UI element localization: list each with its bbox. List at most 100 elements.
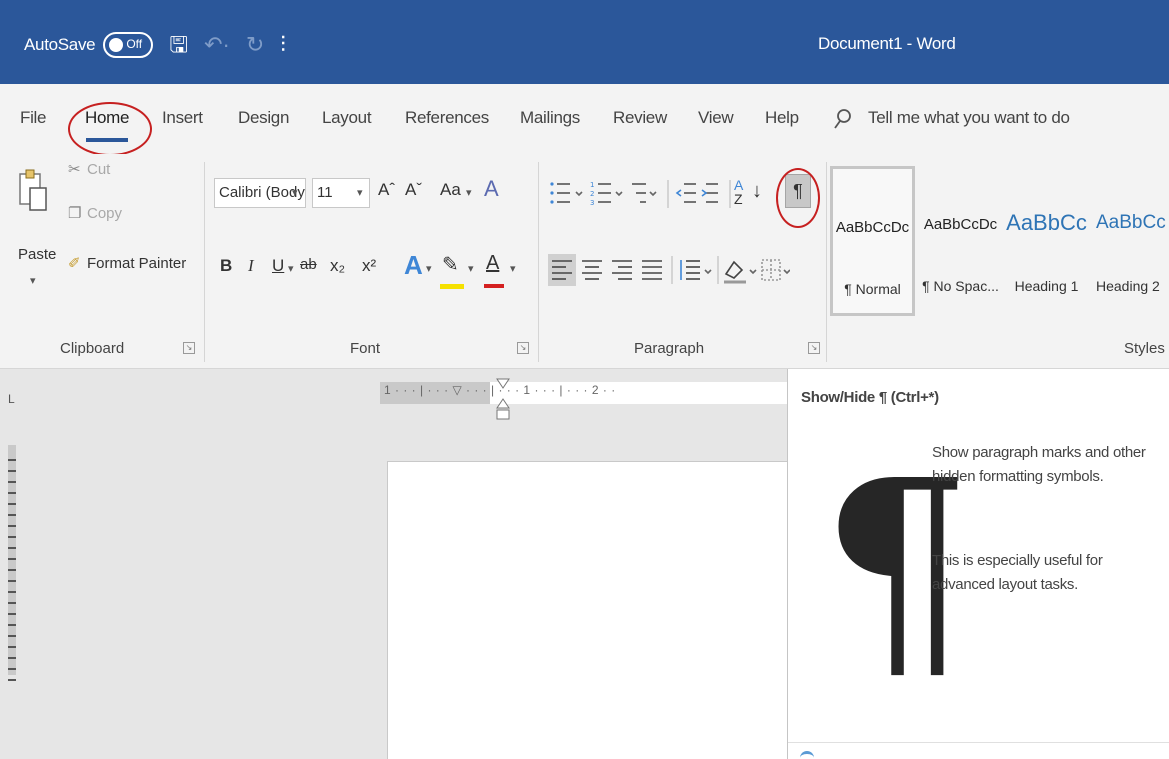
tab-view[interactable]: View (698, 108, 734, 128)
title-bar: AutoSave Off 🖫 ↶· ↻ ⫶ Document1 - Word (0, 0, 1169, 84)
align-center-icon (582, 260, 602, 280)
home-annotation-circle (68, 102, 152, 156)
tab-selector[interactable]: L (8, 392, 15, 406)
font-name-dropdown-icon[interactable]: ▾ (292, 186, 298, 199)
cut-label: Cut (87, 161, 111, 178)
clipboard-launcher-icon[interactable]: ↘ (183, 342, 195, 354)
style-name: Heading 1 (1014, 278, 1079, 294)
tab-help[interactable]: Help (765, 108, 799, 128)
document-title: Document1 - Word (818, 34, 956, 53)
alignment-buttons-row (552, 256, 790, 284)
style-name: Heading 2 (1096, 278, 1160, 294)
font-group-label: Font (350, 340, 381, 357)
paintbrush-icon: ✐ (68, 255, 81, 272)
paste-icon[interactable] (18, 166, 48, 228)
tab-references[interactable]: References (405, 108, 489, 128)
tab-layout[interactable]: Layout (322, 108, 372, 128)
clipboard-group-label: Clipboard (60, 340, 125, 357)
copy-button[interactable]: ❐ Copy (68, 204, 122, 222)
style-heading-1[interactable]: AaBbCc Heading 1 (1004, 166, 1089, 316)
tooltip-footer-divider (788, 742, 1169, 743)
styles-gallery: AaBbCcDc ¶ Normal AaBbCcDc ¶ No Spac... … (830, 166, 1169, 316)
style-sample: AaBbCc (1006, 210, 1087, 235)
paste-options-arrow[interactable]: ▾ (30, 274, 36, 287)
group-divider (204, 162, 205, 362)
grow-font-icon[interactable]: Aˆ (378, 180, 395, 200)
paste-button[interactable]: Paste (18, 246, 56, 263)
style-name: ¶ Normal (844, 281, 901, 297)
style-name: ¶ No Spac... (922, 278, 999, 294)
tell-me-search[interactable]: Tell me what you want to do (868, 108, 1070, 128)
font-color-bar (484, 284, 504, 288)
save-icon[interactable]: 🖫 (169, 32, 188, 58)
font-size-dropdown-icon[interactable]: ▾ (357, 186, 363, 199)
customize-qat-icon[interactable]: ⫶ (280, 32, 286, 58)
help-icon (800, 751, 814, 759)
tab-file[interactable]: File (20, 108, 47, 128)
shrink-font-icon[interactable]: Aˇ (405, 180, 422, 200)
show-hide-tooltip: Show/Hide ¶ (Ctrl+*) ¶ Show paragraph ma… (787, 369, 1169, 759)
sort-arrow-icon: ↓ (752, 180, 762, 202)
line-spacing-icon (680, 260, 700, 280)
format-painter-button[interactable]: ✐ Format Painter (68, 254, 186, 272)
tooltip-description: Show paragraph marks and other hidden fo… (932, 444, 1146, 485)
style-no-spacing[interactable]: AaBbCcDc ¶ No Spac... (918, 166, 1003, 316)
shading-icon (724, 260, 746, 284)
format-painter-label: Format Painter (87, 255, 187, 272)
underline-dropdown-icon[interactable]: ▾ (288, 262, 294, 275)
change-case-dropdown-icon[interactable]: ▾ (466, 186, 472, 199)
cut-button[interactable]: ✂ Cut (68, 160, 110, 178)
align-right-icon (612, 260, 632, 280)
font-color-dropdown-icon[interactable]: ▾ (510, 262, 516, 275)
style-sample: AaBbCcDc (835, 219, 910, 236)
group-divider (538, 162, 539, 362)
sort-icon[interactable]: AZ (734, 178, 754, 206)
tab-design[interactable]: Design (238, 108, 289, 128)
highlight-dropdown-icon[interactable]: ▾ (468, 262, 474, 275)
quick-access-toolbar: AutoSave Off 🖫 ↶· ↻ ⫶ (24, 30, 286, 60)
scissors-icon: ✂ (68, 161, 81, 178)
change-case-icon[interactable]: Aa (440, 180, 461, 200)
copy-icon: ❐ (68, 205, 82, 222)
tooltip-title: Show/Hide ¶ (Ctrl+*) (801, 389, 939, 406)
italic-button[interactable]: I (248, 256, 254, 276)
paragraph-launcher-icon[interactable]: ↘ (808, 342, 820, 354)
style-sample: AaBbCcDc (923, 216, 998, 233)
indent-marker-icon[interactable] (496, 377, 510, 423)
vertical-ruler-ticks (8, 450, 16, 690)
font-color-icon[interactable]: A (486, 252, 499, 275)
justify-icon (642, 260, 662, 280)
copy-label: Copy (87, 205, 123, 222)
strikethrough-button[interactable]: ab (300, 256, 317, 273)
autosave-label: AutoSave (24, 35, 96, 54)
text-effects-dropdown-icon[interactable]: ▾ (426, 262, 432, 275)
undo-icon[interactable]: ↶· (204, 32, 230, 58)
highlighter-icon[interactable]: ✎ (442, 252, 459, 277)
tab-insert[interactable]: Insert (162, 108, 203, 128)
svg-text:3: 3 (590, 199, 594, 207)
highlight-color-bar (440, 284, 464, 289)
document-page[interactable] (387, 461, 787, 759)
style-heading-2[interactable]: AaBbCc Heading 2 (1088, 166, 1169, 316)
font-launcher-icon[interactable]: ↘ (517, 342, 529, 354)
lightbulb-icon[interactable] (833, 108, 853, 136)
superscript-button[interactable]: x² (362, 256, 376, 276)
toggle-knob (109, 38, 124, 52)
paragraph-group-label: Paragraph (634, 340, 705, 357)
redo-icon[interactable]: ↻ (246, 32, 264, 58)
show-hide-annotation-circle (776, 168, 820, 228)
autosave-state: Off (126, 37, 143, 51)
group-divider (826, 162, 827, 362)
svg-text:2: 2 (590, 190, 594, 198)
autosave-toggle[interactable]: Off (103, 32, 154, 58)
style-normal[interactable]: AaBbCcDc ¶ Normal (830, 166, 915, 316)
svg-text:1: 1 (590, 181, 594, 189)
tab-mailings[interactable]: Mailings (520, 108, 580, 128)
tab-review[interactable]: Review (613, 108, 667, 128)
text-effects-icon[interactable]: A (404, 250, 423, 281)
bullets-icon (550, 182, 570, 204)
subscript-button[interactable]: x₂ (330, 256, 345, 276)
clear-formatting-icon[interactable]: A (484, 176, 499, 202)
bold-button[interactable]: B (220, 256, 232, 276)
underline-button[interactable]: U (272, 256, 284, 276)
